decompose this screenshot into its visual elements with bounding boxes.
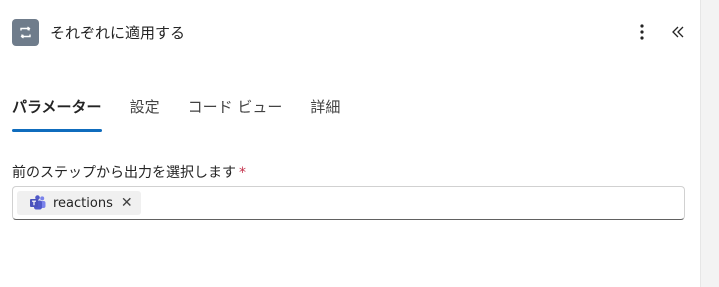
tab-parameters[interactable]: パラメーター bbox=[12, 92, 102, 132]
action-title: それぞれに適用する bbox=[50, 23, 186, 42]
tab-label: 設定 bbox=[129, 98, 160, 116]
teams-icon bbox=[29, 194, 47, 212]
tab-label: パラメーター bbox=[12, 98, 102, 116]
chevron-double-left-icon bbox=[672, 26, 684, 38]
field-label: 前のステップから出力を選択します * bbox=[12, 162, 246, 182]
tab-list: パラメーター 設定 コード ビュー 詳細 bbox=[12, 92, 368, 132]
panel-header: それぞれに適用する bbox=[12, 18, 692, 46]
field-label-text: 前のステップから出力を選択します bbox=[12, 165, 236, 181]
tab-details[interactable]: 詳細 bbox=[310, 92, 340, 132]
tab-settings[interactable]: 設定 bbox=[130, 92, 160, 132]
required-marker: * bbox=[239, 165, 246, 181]
token-label: reactions bbox=[53, 195, 113, 211]
tab-label: 詳細 bbox=[310, 98, 341, 116]
tab-code-view[interactable]: コード ビュー bbox=[188, 92, 283, 132]
loop-icon bbox=[12, 18, 39, 46]
action-details-panel: それぞれに適用する パラメーター 設定 コード ビュー 詳細 前のステップから出… bbox=[0, 0, 700, 287]
collapse-panel-button[interactable] bbox=[666, 18, 690, 46]
tab-label: コード ビュー bbox=[187, 98, 283, 116]
more-vertical-icon bbox=[640, 24, 644, 40]
output-selector-input[interactable]: reactions ✕ bbox=[12, 186, 685, 220]
token-reactions[interactable]: reactions ✕ bbox=[17, 191, 141, 215]
remove-token-button[interactable]: ✕ bbox=[121, 196, 133, 210]
side-scroll-strip bbox=[700, 0, 719, 287]
more-options-button[interactable] bbox=[630, 18, 654, 46]
